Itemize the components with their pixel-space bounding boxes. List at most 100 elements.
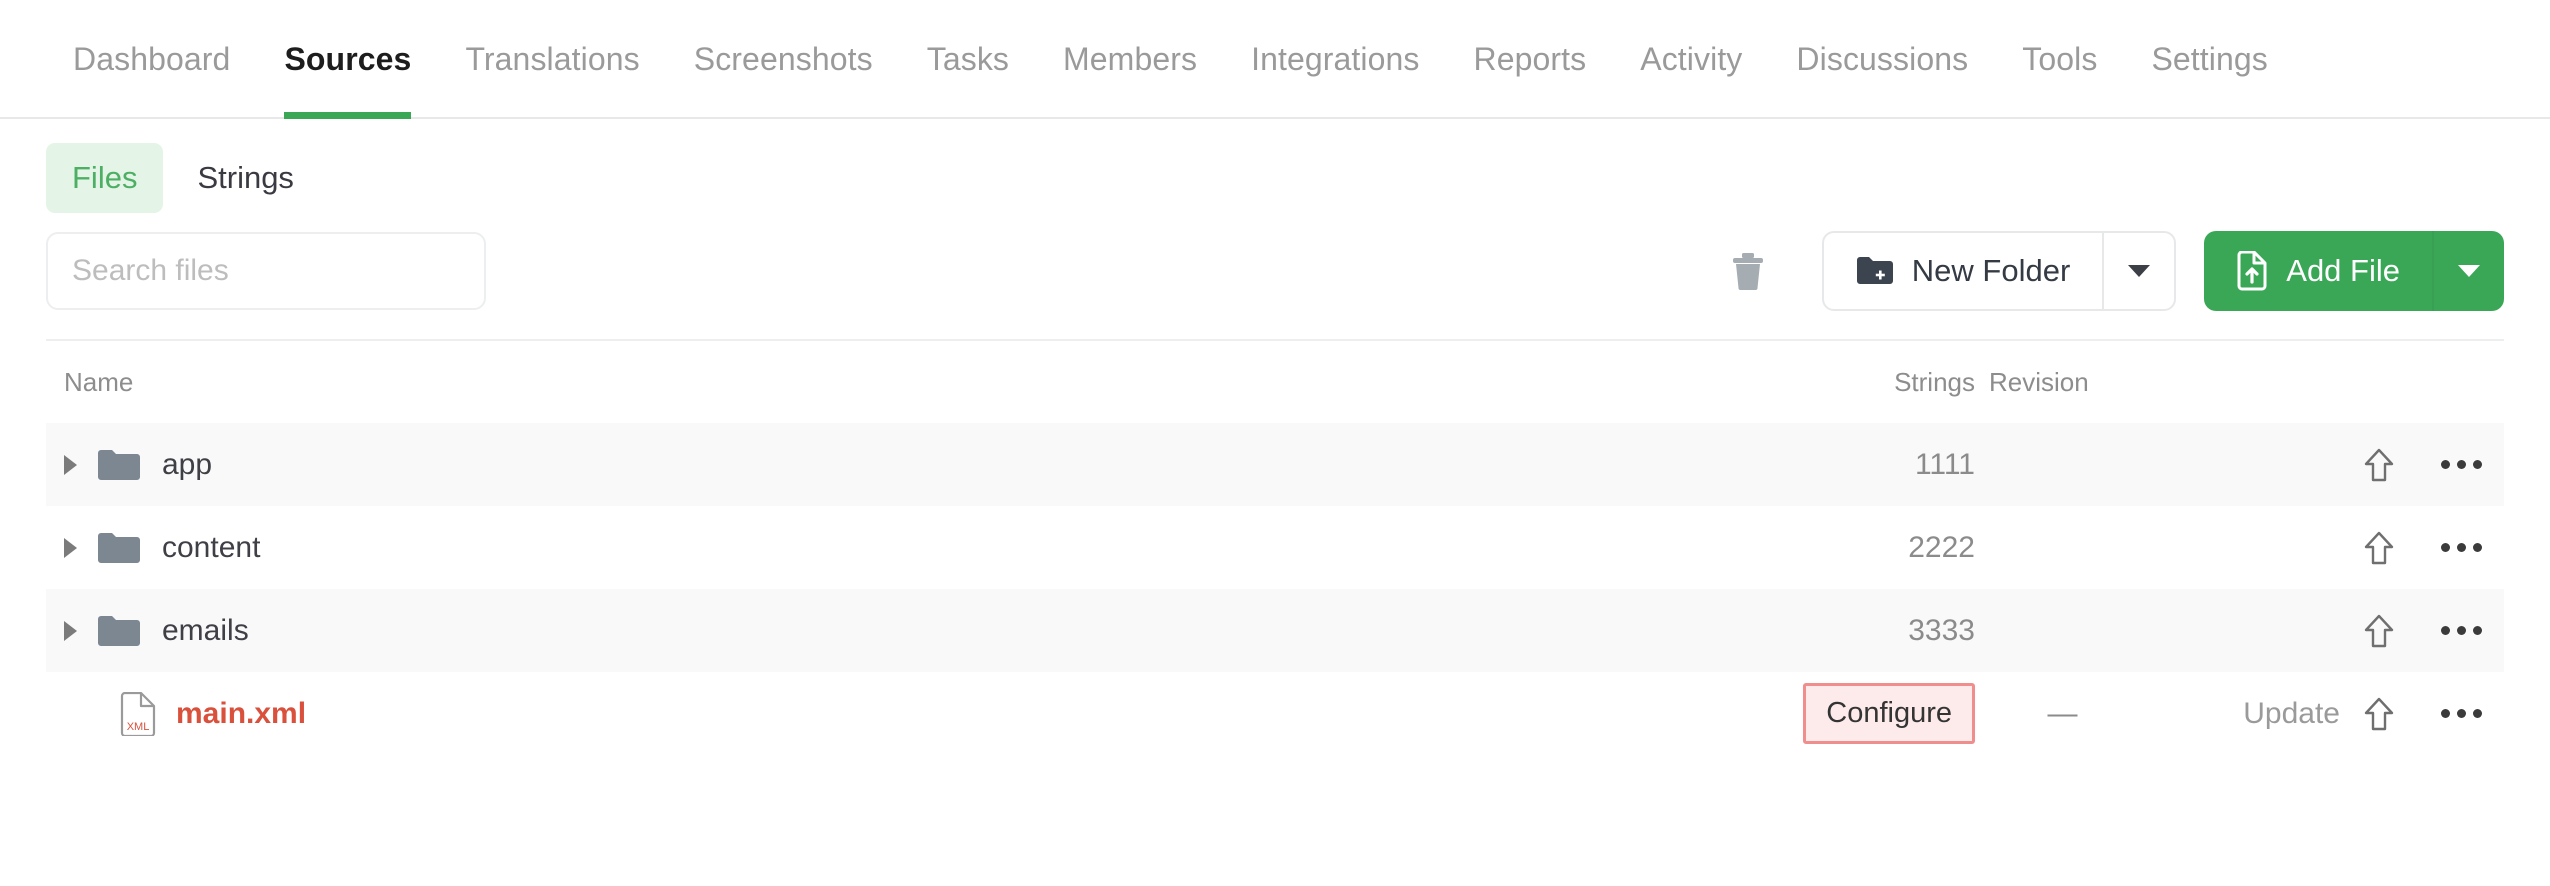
folder-icon	[98, 532, 140, 564]
tab-files[interactable]: Files	[46, 143, 163, 213]
toolbar-actions: New Folder Add File	[1716, 231, 2504, 311]
nav-label: Tasks	[927, 41, 1009, 78]
folder-plus-icon	[1856, 255, 1894, 287]
files-toolbar: New Folder Add File	[46, 247, 2504, 339]
row-strings-cell: 2222	[1795, 531, 1975, 565]
expand-toggle[interactable]	[64, 621, 98, 641]
add-file-split-button: Add File	[2204, 231, 2504, 311]
row-strings-cell: Configure	[1795, 683, 1975, 744]
new-folder-button[interactable]: New Folder	[1824, 233, 2103, 309]
nav-item-tools[interactable]: Tools	[1995, 0, 2124, 119]
new-folder-label: New Folder	[1912, 253, 2071, 289]
upload-arrow-icon[interactable]	[2364, 531, 2394, 565]
nav-label: Dashboard	[73, 41, 230, 78]
nav-item-activity[interactable]: Activity	[1613, 0, 1769, 119]
chevron-right-icon	[64, 621, 77, 641]
row-update-cell: Update	[2150, 697, 2340, 731]
nav-label: Discussions	[1796, 41, 1968, 78]
row-more-cell	[2418, 460, 2504, 469]
configure-button[interactable]: Configure	[1803, 683, 1975, 744]
expand-toggle[interactable]	[64, 455, 98, 475]
row-more-cell	[2418, 626, 2504, 635]
upload-arrow-icon[interactable]	[2364, 614, 2394, 648]
table-row[interactable]: emails 3333	[46, 589, 2504, 672]
tab-files-label: Files	[72, 160, 137, 195]
folder-icon	[98, 615, 140, 647]
table-row[interactable]: app 1111	[46, 423, 2504, 506]
chevron-right-icon	[64, 538, 77, 558]
new-folder-split-button: New Folder	[1822, 231, 2177, 311]
nav-item-integrations[interactable]: Integrations	[1224, 0, 1446, 119]
tab-strings-label: Strings	[197, 160, 293, 195]
column-header-name: Name	[46, 367, 1795, 398]
nav-item-tasks[interactable]: Tasks	[900, 0, 1036, 119]
chevron-right-icon	[64, 455, 77, 475]
trash-icon	[1731, 251, 1765, 291]
nav-label: Members	[1063, 41, 1197, 78]
nav-label: Sources	[284, 41, 411, 78]
files-table: Name Strings Revision app 1111	[46, 339, 2504, 755]
row-name-cell: app	[46, 448, 1795, 482]
row-upload-cell	[2340, 531, 2418, 565]
nav-item-reports[interactable]: Reports	[1447, 0, 1614, 119]
view-mode-tabs: Files Strings	[0, 119, 2550, 213]
column-header-strings: Strings	[1795, 367, 1975, 398]
row-label[interactable]: main.xml	[176, 697, 306, 731]
primary-navigation: Dashboard Sources Translations Screensho…	[0, 0, 2550, 119]
more-options-icon[interactable]	[2441, 543, 2482, 552]
row-name-cell: emails	[46, 614, 1795, 648]
nav-item-settings[interactable]: Settings	[2124, 0, 2294, 119]
upload-arrow-icon[interactable]	[2364, 448, 2394, 482]
nav-item-screenshots[interactable]: Screenshots	[667, 0, 900, 119]
chevron-down-icon	[2458, 265, 2480, 277]
nav-item-sources[interactable]: Sources	[257, 0, 438, 119]
folder-icon	[98, 449, 140, 481]
search-input[interactable]	[72, 254, 460, 288]
nav-item-dashboard[interactable]: Dashboard	[46, 0, 257, 119]
row-revision-cell: —	[1975, 697, 2150, 731]
nav-list: Dashboard Sources Translations Screensho…	[46, 0, 2295, 119]
add-file-label: Add File	[2286, 253, 2400, 289]
upload-arrow-icon[interactable]	[2364, 697, 2394, 731]
nav-item-members[interactable]: Members	[1036, 0, 1224, 119]
expand-toggle[interactable]	[64, 538, 98, 558]
xml-file-icon: XML	[120, 692, 156, 736]
more-options-icon[interactable]	[2441, 460, 2482, 469]
row-more-cell	[2418, 709, 2504, 718]
row-strings-cell: 1111	[1795, 448, 1975, 482]
nav-label: Settings	[2151, 41, 2267, 78]
tab-strings[interactable]: Strings	[171, 143, 319, 213]
chevron-down-icon	[2128, 265, 2150, 277]
update-link[interactable]: Update	[2243, 697, 2340, 730]
add-file-button[interactable]: Add File	[2204, 231, 2432, 311]
row-name-cell: content	[46, 531, 1795, 565]
row-label: emails	[162, 614, 249, 648]
file-upload-icon	[2236, 251, 2268, 291]
more-options-icon[interactable]	[2441, 626, 2482, 635]
table-row[interactable]: XML main.xml Configure — Update	[46, 672, 2504, 755]
delete-button[interactable]	[1716, 236, 1780, 306]
row-name-cell: XML main.xml	[46, 692, 1795, 736]
sources-files-page: Dashboard Sources Translations Screensho…	[0, 0, 2550, 886]
more-options-icon[interactable]	[2441, 709, 2482, 718]
row-label: content	[162, 531, 260, 565]
nav-item-translations[interactable]: Translations	[438, 0, 666, 119]
nav-label: Activity	[1640, 41, 1742, 78]
row-more-cell	[2418, 543, 2504, 552]
nav-label: Integrations	[1251, 41, 1419, 78]
nav-item-discussions[interactable]: Discussions	[1769, 0, 1995, 119]
new-folder-dropdown-toggle[interactable]	[2102, 233, 2174, 309]
row-label: app	[162, 448, 212, 482]
table-row[interactable]: content 2222	[46, 506, 2504, 589]
nav-label: Reports	[1474, 41, 1587, 78]
table-header-row: Name Strings Revision	[46, 341, 2504, 423]
row-upload-cell	[2340, 697, 2418, 731]
nav-label: Tools	[2022, 41, 2097, 78]
search-files-container[interactable]	[46, 232, 486, 310]
row-upload-cell	[2340, 448, 2418, 482]
nav-label: Screenshots	[694, 41, 873, 78]
row-strings-cell: 3333	[1795, 614, 1975, 648]
row-upload-cell	[2340, 614, 2418, 648]
column-header-revision: Revision	[1975, 367, 2150, 398]
add-file-dropdown-toggle[interactable]	[2432, 231, 2504, 311]
